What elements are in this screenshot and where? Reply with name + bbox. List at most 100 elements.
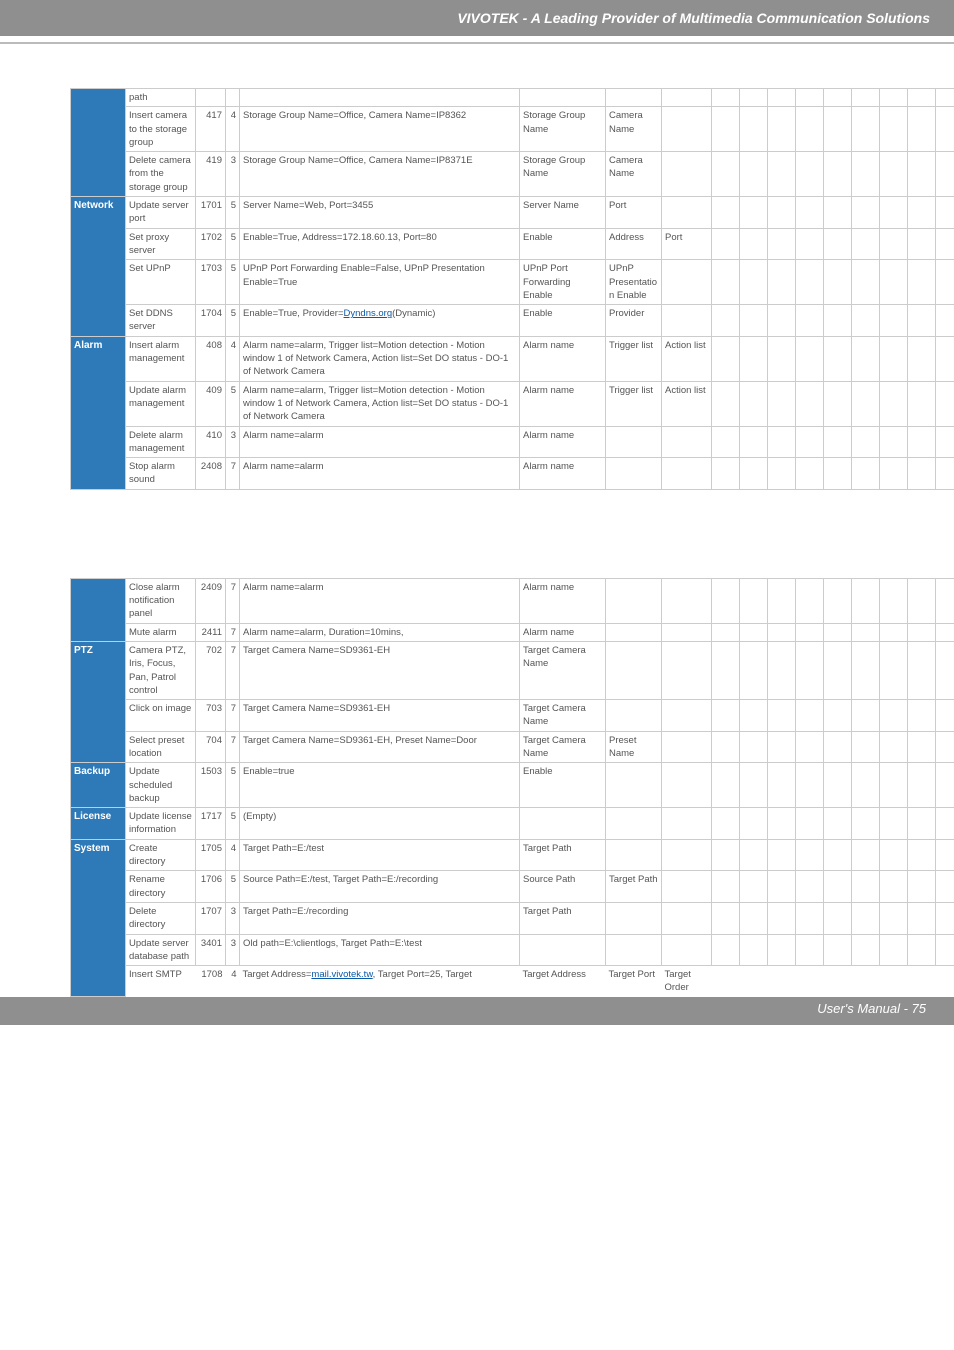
cell: Set DDNS server: [126, 305, 196, 337]
cell: [768, 260, 796, 305]
cell: [936, 381, 954, 426]
cell: UPnP Port Forwarding Enable: [520, 260, 606, 305]
cell: 409: [196, 381, 226, 426]
cell: Target Path=E:/recording: [240, 902, 520, 934]
cell: [768, 578, 796, 623]
cell: Target Camera Name: [520, 700, 606, 732]
cell: [740, 763, 768, 808]
cell: [796, 107, 824, 152]
table-row: Close alarm notification panel24097Alarm…: [71, 578, 954, 623]
cell: [824, 426, 852, 458]
cell: [768, 228, 796, 260]
table-row: LicenseUpdate license information17175(E…: [71, 808, 954, 840]
link[interactable]: mail.vivotek.tw: [311, 969, 372, 980]
cell: Enable=True, Provider=Dyndns.org(Dynamic…: [240, 305, 520, 337]
cell: [908, 934, 936, 966]
cell: [606, 426, 662, 458]
cell: [824, 808, 852, 840]
link[interactable]: Dyndns.org: [344, 308, 393, 319]
cell: [606, 839, 662, 871]
cell: [740, 336, 768, 381]
cell: Set proxy server: [126, 228, 196, 260]
cell: Update server port: [126, 197, 196, 229]
cell: [662, 305, 712, 337]
cell: [712, 336, 740, 381]
table-row: Set proxy server17025Enable=True, Addres…: [71, 228, 954, 260]
cell: 3: [226, 426, 240, 458]
cell: [880, 89, 908, 107]
cell: Update scheduled backup: [126, 763, 196, 808]
cell: Trigger list: [606, 336, 662, 381]
cell: [852, 426, 880, 458]
cell: [740, 426, 768, 458]
table-row: Click on image7037Target Camera Name=SD9…: [71, 700, 954, 732]
cell: [908, 966, 936, 997]
cell: Update server database path: [126, 934, 196, 966]
cell: [662, 700, 712, 732]
cell: Set UPnP: [126, 260, 196, 305]
cell: [824, 641, 852, 699]
cell: [796, 381, 824, 426]
cell: [662, 197, 712, 229]
cell: Server Name: [520, 197, 606, 229]
cell: 2408: [196, 458, 226, 490]
cell: 5: [226, 808, 240, 840]
cell: 7: [226, 731, 240, 763]
cell: Preset Name: [606, 731, 662, 763]
cell: Stop alarm sound: [126, 458, 196, 490]
cell: [852, 578, 880, 623]
category-cell: PTZ: [71, 641, 126, 762]
cell: [852, 700, 880, 732]
cell: Enable=true: [240, 763, 520, 808]
cell: [852, 763, 880, 808]
cell: [824, 763, 852, 808]
cell: [662, 107, 712, 152]
cell: Action list: [662, 336, 712, 381]
cell: [712, 902, 740, 934]
cell: 5: [226, 871, 240, 903]
cell: [768, 902, 796, 934]
cell: Target Camera Name: [520, 731, 606, 763]
cell: [852, 336, 880, 381]
cell: [796, 228, 824, 260]
cell: [908, 902, 936, 934]
cell: [880, 966, 908, 997]
table-row: PTZCamera PTZ, Iris, Focus, Pan, Patrol …: [71, 641, 954, 699]
cell: [908, 731, 936, 763]
cell: [712, 197, 740, 229]
cell: [740, 107, 768, 152]
cell: [740, 152, 768, 197]
cell: [796, 700, 824, 732]
cell: Alarm name: [520, 336, 606, 381]
table-row: BackupUpdate scheduled backup15035Enable…: [71, 763, 954, 808]
cell: [852, 808, 880, 840]
cell: [880, 260, 908, 305]
cell: [908, 152, 936, 197]
cell: Camera Name: [606, 152, 662, 197]
cell: [796, 623, 824, 641]
cell: [740, 458, 768, 490]
cell: [606, 578, 662, 623]
cell: [852, 641, 880, 699]
cell: [796, 871, 824, 903]
cell: [712, 89, 740, 107]
cell: [824, 89, 852, 107]
cell: [740, 305, 768, 337]
cell: Insert SMTP: [126, 966, 196, 997]
cell: [768, 623, 796, 641]
cell: Insert alarm management: [126, 336, 196, 381]
cell: [606, 458, 662, 490]
cell: 5: [226, 197, 240, 229]
cell: [936, 305, 954, 337]
cell: 5: [226, 260, 240, 305]
cell: Storage Group Name: [520, 107, 606, 152]
cell: 4: [226, 839, 240, 871]
cell: [768, 381, 796, 426]
cell: Alarm name: [520, 426, 606, 458]
cell: [908, 426, 936, 458]
cell: [740, 700, 768, 732]
cell: [712, 763, 740, 808]
cell: [880, 700, 908, 732]
cell: [908, 700, 936, 732]
cell: [768, 305, 796, 337]
